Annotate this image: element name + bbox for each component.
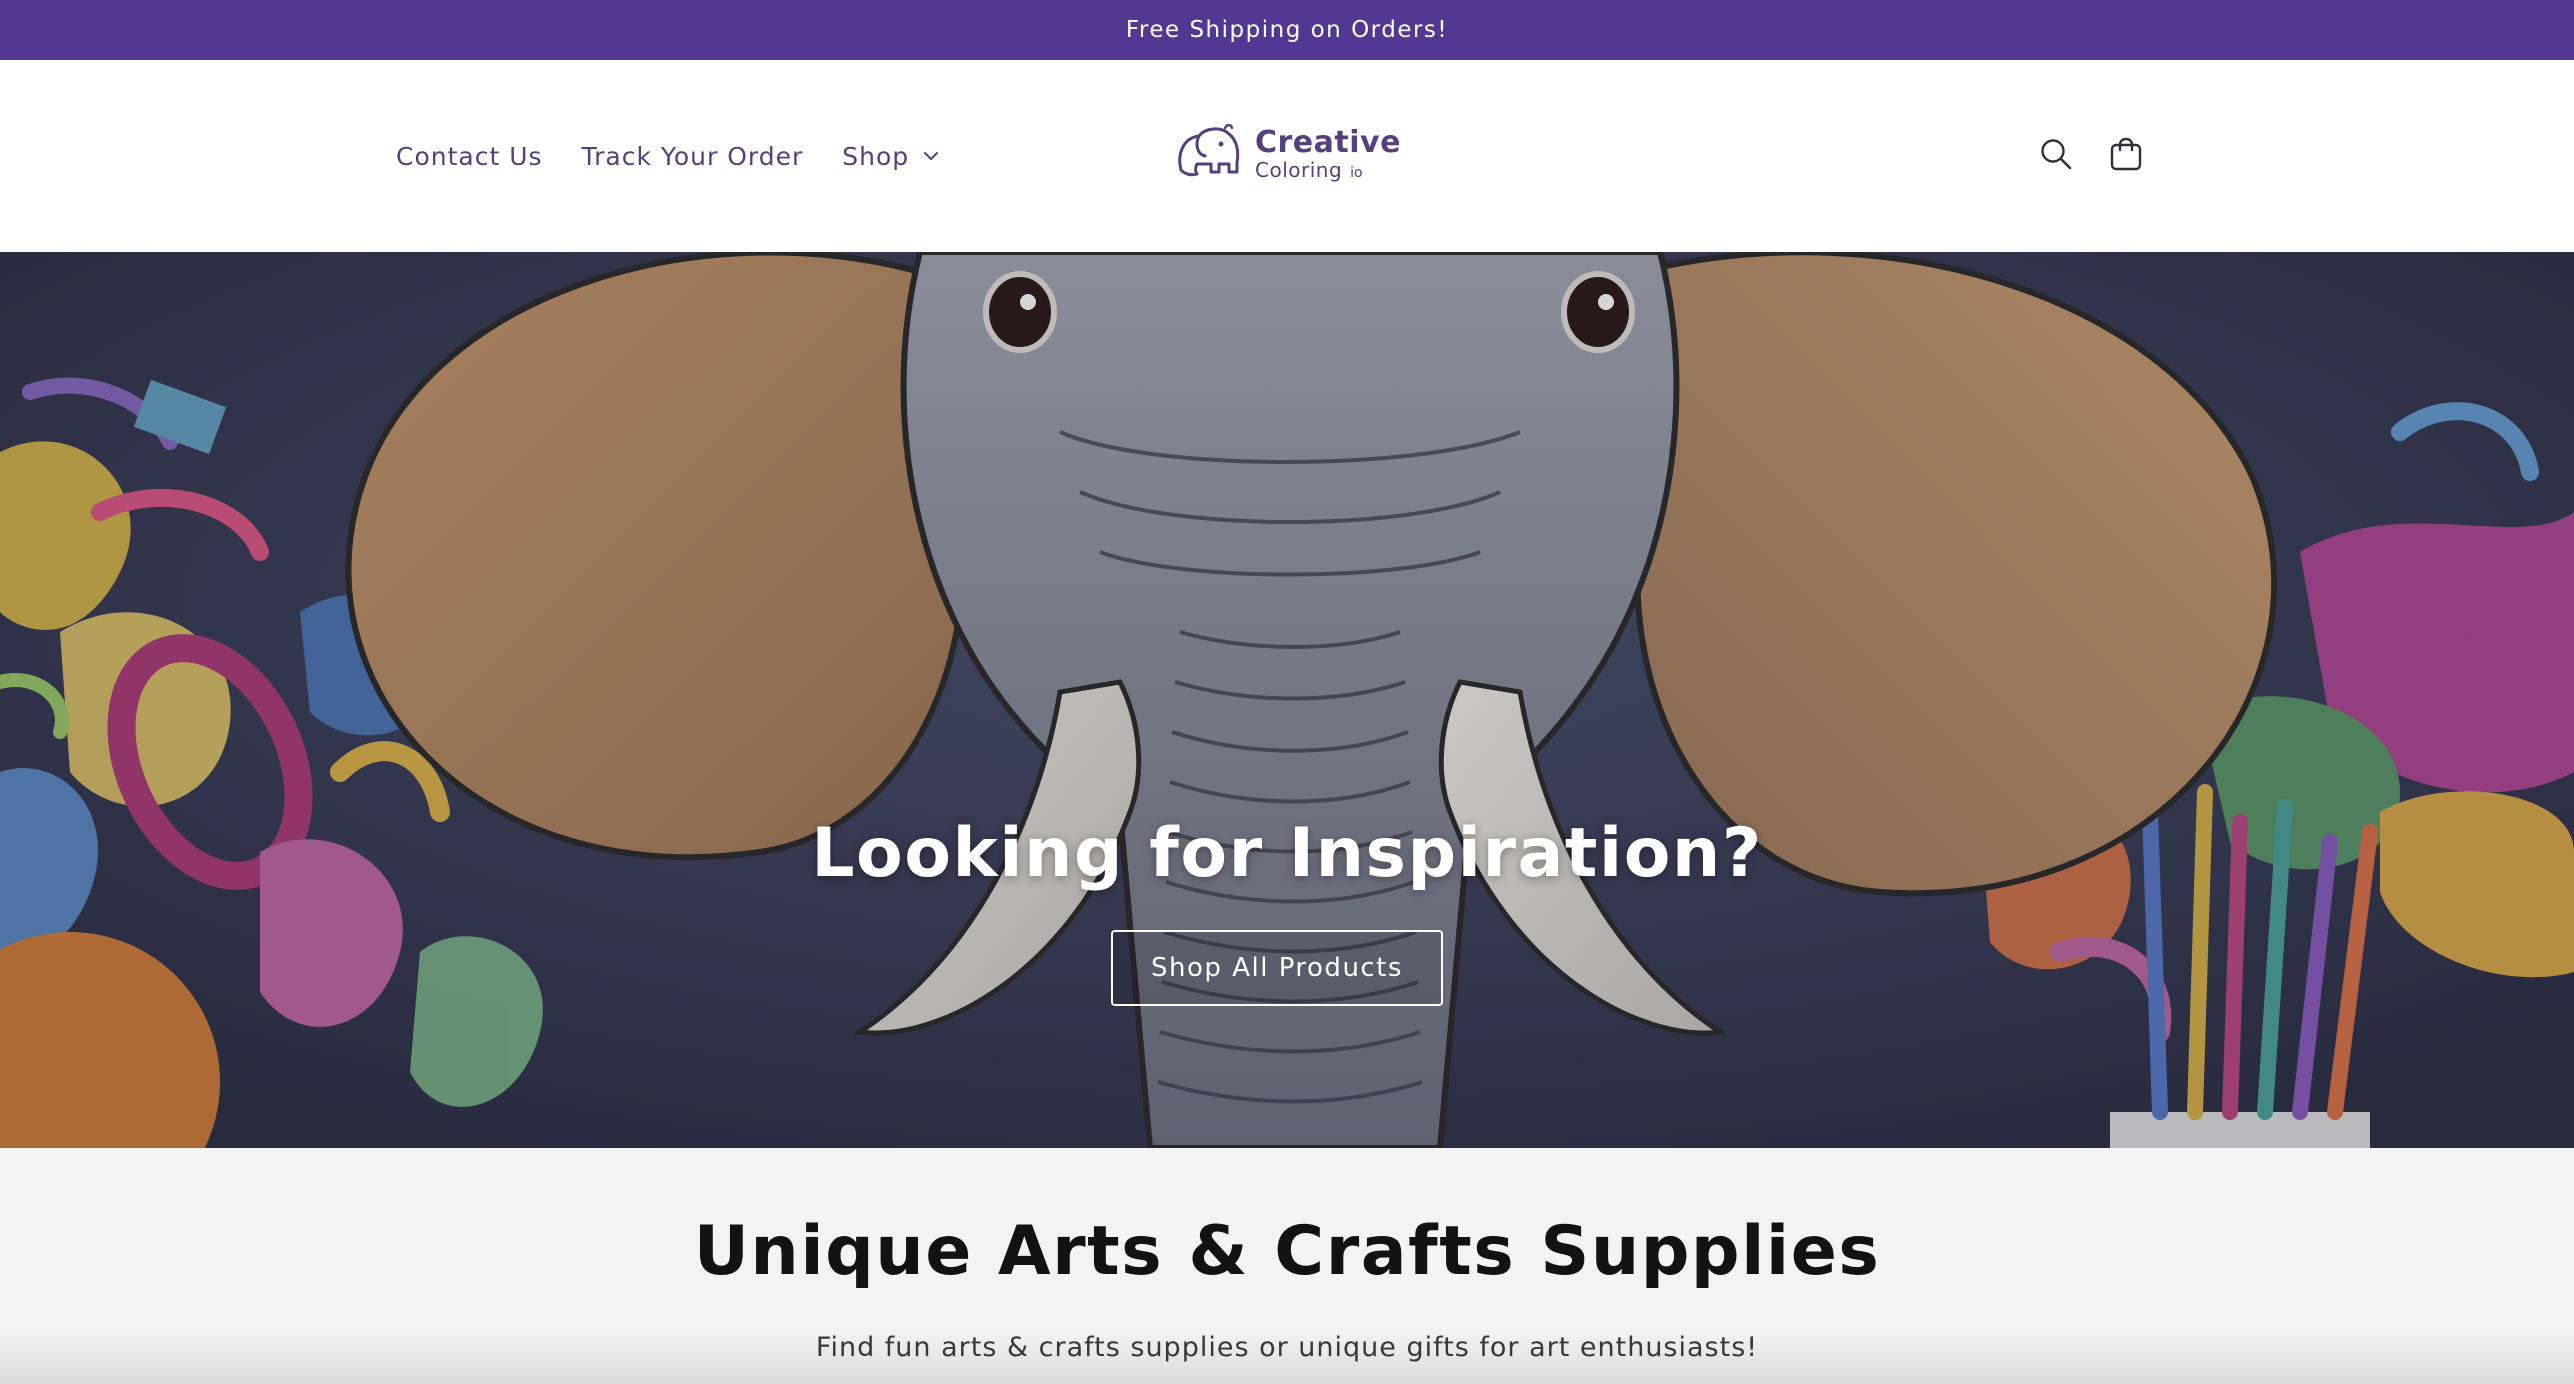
intro-text: Find fun arts & crafts supplies or uniqu… [815, 1332, 1759, 1363]
search-icon [2039, 137, 2073, 175]
hero-title: Looking for Inspiration? [811, 814, 1763, 893]
nav-track-order-label: Track Your Order [581, 141, 804, 171]
nav-contact-us-label: Contact Us [396, 141, 543, 171]
nav-shop-dropdown[interactable]: Shop [842, 142, 939, 171]
nav-contact-us[interactable]: Contact Us [396, 142, 543, 171]
hero-banner: Looking for Inspiration? Shop All Produc… [0, 252, 2574, 1148]
logo-word-creative: Creative [1255, 125, 1401, 160]
nav-track-order[interactable]: Track Your Order [582, 142, 804, 171]
main-nav: Contact Us Track Your Order Shop [396, 60, 978, 252]
elephant-logo-icon [1175, 123, 1247, 184]
shop-all-products-button[interactable]: Shop All Products [1111, 930, 1443, 1006]
nav-shop-label: Shop [842, 141, 910, 171]
hero-overlay [0, 252, 2574, 1148]
cart-icon [2109, 136, 2143, 176]
search-button[interactable] [2036, 136, 2076, 176]
announcement-text: Free Shipping on Orders! [1125, 17, 1449, 43]
intro-title: Unique Arts & Crafts Supplies [693, 1212, 1881, 1291]
cart-button[interactable] [2106, 136, 2146, 176]
site-logo[interactable]: Creative Coloring io [1175, 118, 1400, 190]
intro-section: Unique Arts & Crafts Supplies Find fun a… [0, 1148, 2574, 1384]
announcement-bar: Free Shipping on Orders! [0, 0, 2574, 60]
logo-suffix: io [1350, 165, 1363, 181]
chevron-down-icon [923, 151, 939, 161]
logo-word-coloring: Coloring [1255, 158, 1343, 182]
site-header: Contact Us Track Your Order Shop Creativ… [0, 60, 2574, 252]
